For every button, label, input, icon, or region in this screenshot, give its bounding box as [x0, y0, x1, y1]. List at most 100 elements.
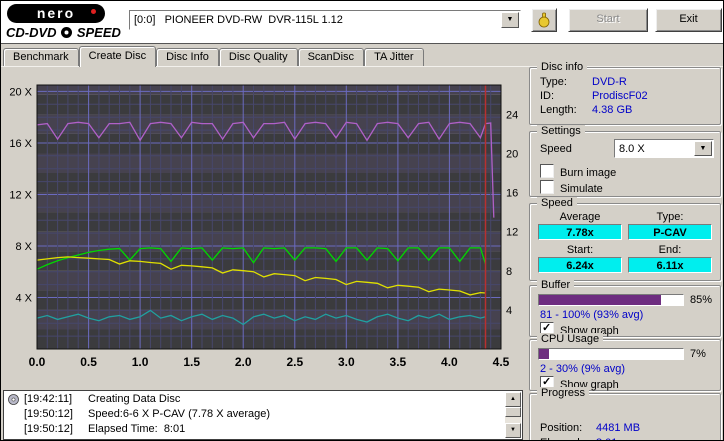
- svg-text:3.5: 3.5: [390, 355, 407, 369]
- scroll-thumb[interactable]: [505, 407, 521, 417]
- start-speed-value: 6.24x: [538, 257, 622, 273]
- event-log: [19:42:11] Creating Data Disc [19:50:12]…: [3, 390, 523, 440]
- cpu-usage-group: CPU Usage 7% 2 - 30% (9% avg) Show graph: [529, 333, 721, 391]
- nero-logo-text: nero: [36, 5, 76, 21]
- drive-selector[interactable]: [0:0] PIONEER DVD-RW DVR-115L 1.12 ▼: [129, 10, 521, 30]
- nero-cd-dvd-speed-window: nero CD-DVD SPEED [0:0] PIONEER DVD-RW D…: [0, 0, 724, 441]
- type-label: Type:: [656, 211, 684, 223]
- position-label: Position:: [540, 422, 583, 434]
- end-label: End:: [658, 244, 682, 256]
- chevron-down-icon[interactable]: ▼: [501, 12, 519, 28]
- simulate-checkbox[interactable]: Simulate: [540, 180, 603, 195]
- svg-text:3.0: 3.0: [338, 355, 355, 369]
- end-speed-value: 6.11x: [628, 257, 712, 273]
- cpu-progress-fill: [539, 349, 550, 359]
- cpu-range-text: 2 - 30% (9% avg): [540, 363, 625, 375]
- disc-info-title: Disc info: [537, 61, 588, 73]
- log-message: Speed:6-6 X P-CAV (7.78 X average): [88, 408, 271, 420]
- buffer-group: Buffer 85% 81 - 100% (93% avg) Show grap…: [529, 279, 721, 337]
- start-label: Start:: [566, 244, 594, 256]
- position-value: 4481 MB: [596, 422, 641, 434]
- log-timestamp: [19:50:12]: [24, 408, 73, 420]
- elapsed-label: Elapsed:: [540, 437, 596, 440]
- svg-text:0.0: 0.0: [29, 355, 46, 369]
- simulate-label: Simulate: [560, 183, 603, 195]
- checkbox-box: [540, 164, 554, 178]
- app-brand: CD-DVD SPEED: [6, 25, 121, 40]
- progress-group: Progress Position: 4481 MB Elapsed:8:01: [529, 387, 721, 440]
- disc-length-value: 4.38 GB: [592, 104, 633, 116]
- chevron-down-icon[interactable]: ▼: [694, 141, 712, 156]
- svg-text:4.5: 4.5: [493, 355, 510, 369]
- write-speed-chart: 20 X 16 X 12 X 8 X 4 X 24 20 16 12 8 4 0.0 0.5 1.0 1.5…: [9, 84, 518, 369]
- disc-info-group: Disc info Type: DVD-R ID: ProdiscF02 Lengt…: [529, 61, 721, 125]
- drive-selector-value: [0:0] PIONEER DVD-RW DVR-115L 1.12: [134, 14, 343, 26]
- log-message: Creating Data Disc: [88, 393, 181, 405]
- disc-id-value: ProdiscF02: [592, 90, 648, 102]
- svg-text:12 X: 12 X: [9, 190, 32, 202]
- disc-type-value: DVD-R: [592, 76, 627, 88]
- tab-bar: Benchmark Create Disc Disc Info Disc Qua…: [3, 46, 424, 67]
- svg-text:12: 12: [506, 227, 518, 239]
- svg-text:1.5: 1.5: [183, 355, 200, 369]
- nero-logo: nero: [7, 4, 105, 23]
- tab-disc-quality[interactable]: Disc Quality: [218, 48, 298, 66]
- disc-id-label: ID:: [540, 90, 555, 102]
- speed-title: Speed: [537, 197, 577, 209]
- settings-group: Settings Speed 8.0 X ▼ Burn image Simula…: [529, 125, 721, 197]
- buffer-percent: 85%: [690, 294, 713, 306]
- log-message: Elapsed Time: 8:01: [88, 423, 186, 435]
- right-panel: Disc info Type: DVD-R ID: ProdiscF02 Lengt…: [527, 61, 723, 440]
- header-bar: nero CD-DVD SPEED [0:0] PIONEER DVD-RW D…: [1, 1, 723, 44]
- cpu-percent: 7%: [690, 348, 706, 360]
- svg-text:16 X: 16 X: [9, 138, 32, 150]
- start-button[interactable]: Start: [568, 8, 648, 32]
- speed-group: Speed Average Type: 7.78x P-CAV Start: E…: [529, 197, 721, 281]
- scroll-down-icon[interactable]: ▼: [505, 423, 521, 438]
- burn-image-label: Burn image: [560, 167, 617, 179]
- log-timestamp: [19:50:12]: [24, 423, 73, 435]
- log-row[interactable]: [19:50:12] Speed:6-6 X P-CAV (7.78 X ave…: [6, 408, 504, 423]
- exit-button[interactable]: Exit: [655, 8, 722, 32]
- svg-text:16: 16: [506, 188, 518, 200]
- log-scrollbar[interactable]: ▲ ▼: [505, 392, 521, 438]
- tab-ta-jitter[interactable]: TA Jitter: [364, 48, 424, 66]
- log-row[interactable]: [19:50:12] Elapsed Time: 8:01: [6, 423, 504, 438]
- speed-setting-label: Speed: [540, 143, 572, 155]
- svg-text:4.0: 4.0: [441, 355, 458, 369]
- settings-title: Settings: [537, 125, 585, 137]
- disc-type-label: Type:: [540, 76, 567, 88]
- average-label: Average: [559, 211, 601, 223]
- average-speed-value: 7.78x: [538, 224, 622, 240]
- svg-text:8 X: 8 X: [15, 241, 32, 253]
- burn-image-checkbox[interactable]: Burn image: [540, 164, 617, 179]
- svg-text:8: 8: [506, 266, 512, 278]
- svg-text:1.0: 1.0: [132, 355, 149, 369]
- tab-disc-info[interactable]: Disc Info: [156, 48, 219, 66]
- svg-text:20: 20: [506, 148, 518, 160]
- disc-length-label: Length:: [540, 104, 577, 116]
- disc-logo-icon: [61, 27, 73, 38]
- drive-tool-button[interactable]: [531, 8, 557, 32]
- brand-left-text: CD-DVD: [6, 25, 57, 40]
- svg-text:4 X: 4 X: [15, 293, 32, 305]
- progress-title: Progress: [537, 387, 590, 399]
- tab-scandisc[interactable]: ScanDisc: [297, 48, 365, 66]
- tab-create-disc[interactable]: Create Disc: [78, 46, 157, 67]
- speed-select[interactable]: 8.0 X ▼: [614, 139, 714, 158]
- log-row[interactable]: [19:42:11] Creating Data Disc: [6, 393, 504, 408]
- buffer-progress-bar: [538, 294, 684, 306]
- svg-text:20 X: 20 X: [9, 86, 32, 98]
- nero-logo-dot: [91, 9, 96, 14]
- tab-benchmark[interactable]: Benchmark: [3, 48, 79, 66]
- buffer-progress-fill: [539, 295, 662, 305]
- checkbox-box: [540, 180, 554, 194]
- elapsed-value: 8:01: [596, 437, 617, 440]
- svg-text:2.0: 2.0: [235, 355, 252, 369]
- speed-type-value: P-CAV: [628, 224, 712, 240]
- svg-text:2.5: 2.5: [286, 355, 303, 369]
- buffer-range-text: 81 - 100% (93% avg): [540, 309, 644, 321]
- scroll-up-icon[interactable]: ▲: [505, 392, 521, 407]
- hand-icon: [538, 12, 550, 28]
- brand-right-text: SPEED: [76, 25, 121, 40]
